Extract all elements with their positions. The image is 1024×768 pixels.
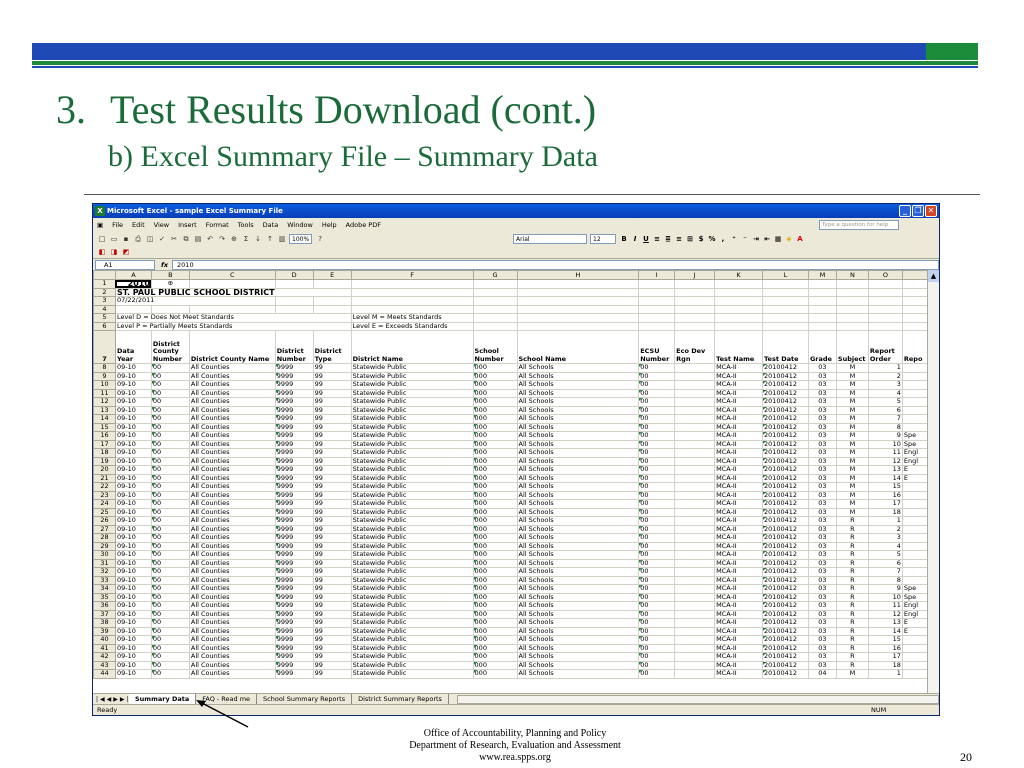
footer-line: Office of Accountability, Planning and P… xyxy=(423,728,607,739)
footer-line: Department of Research, Evaluation and A… xyxy=(409,740,621,751)
page-number: 20 xyxy=(960,750,972,764)
callout-arrow xyxy=(196,700,249,728)
footer-line: www.rea.spps.org xyxy=(479,752,551,763)
slide: 3. Test Results Download (cont.) b) Excel… xyxy=(0,0,1024,768)
footer: Office of Accountability, Planning and P… xyxy=(380,728,650,764)
